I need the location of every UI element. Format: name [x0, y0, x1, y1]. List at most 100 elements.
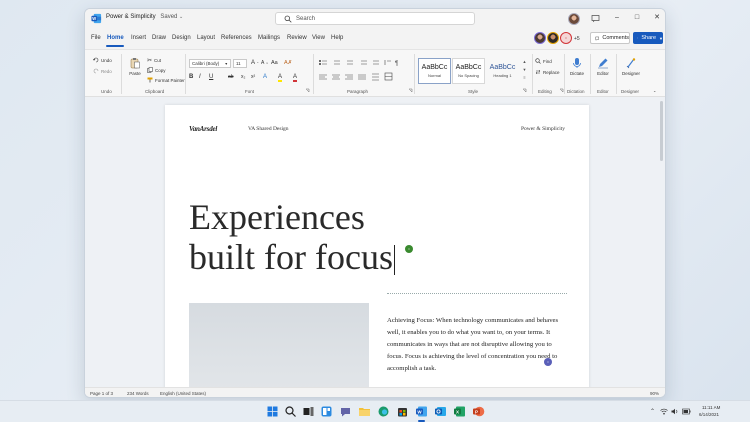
maximize-button[interactable]: □: [631, 14, 643, 21]
find-label: Find: [543, 58, 552, 64]
dialog-launcher-icon[interactable]: [408, 88, 413, 93]
header-text: VA Shared Design: [248, 126, 289, 132]
tab-insert[interactable]: Insert: [131, 35, 146, 41]
page-count[interactable]: Page 1 of 3: [90, 391, 113, 396]
word-logo-icon[interactable]: W: [91, 13, 102, 24]
comments-button[interactable]: Comments: [590, 32, 630, 44]
undo-icon: [93, 57, 99, 63]
tab-references[interactable]: References: [221, 35, 252, 41]
clock-date[interactable]: 6/14/2021: [699, 412, 719, 417]
dialog-launcher-icon[interactable]: [305, 88, 310, 93]
article-body[interactable]: Achieving Focus: When technology communi…: [387, 315, 567, 375]
wifi-icon[interactable]: [660, 408, 668, 415]
find-button[interactable]: Find: [535, 58, 552, 64]
superscript-button[interactable]: x²: [251, 74, 255, 80]
battery-icon[interactable]: [682, 408, 691, 415]
outlook-icon[interactable]: [434, 405, 447, 418]
cut-button[interactable]: ✂ Cut: [147, 57, 161, 64]
task-view-icon[interactable]: [302, 405, 315, 418]
highlight-button[interactable]: A: [278, 74, 283, 82]
subscript-button[interactable]: x₂: [241, 74, 245, 80]
vertical-scrollbar[interactable]: [660, 101, 663, 161]
article-photo[interactable]: [189, 303, 369, 387]
style-heading-1[interactable]: AaBbCc Heading 1: [486, 58, 519, 84]
italic-button[interactable]: I: [199, 74, 201, 80]
paragraph-tools[interactable]: ¶: [317, 58, 407, 86]
excel-icon[interactable]: X: [453, 405, 466, 418]
collaborator-avatar[interactable]: [534, 32, 546, 44]
tray-chevron-icon[interactable]: ⌃: [650, 408, 655, 415]
redo-icon: [93, 68, 99, 74]
dialog-launcher-icon[interactable]: [522, 88, 527, 93]
tab-design[interactable]: Design: [172, 35, 191, 41]
underline-button[interactable]: U: [209, 74, 213, 80]
search-box[interactable]: Search: [275, 12, 475, 25]
close-button[interactable]: ✕: [651, 14, 663, 21]
document-title[interactable]: Power & Simplicity Saved ⌄: [106, 14, 183, 20]
text-effects-button[interactable]: A: [263, 74, 267, 80]
bold-button[interactable]: B: [189, 74, 193, 80]
tab-mailings[interactable]: Mailings: [258, 35, 280, 41]
clock-time[interactable]: 11:11 AM: [702, 405, 720, 410]
strikethrough-button[interactable]: ab: [228, 74, 234, 80]
ribbon-collapse-icon[interactable]: ⌄: [653, 88, 656, 93]
collaborators-more[interactable]: +5: [574, 36, 580, 42]
collaborator-avatar[interactable]: [547, 32, 559, 44]
collaborator-avatar[interactable]: •: [560, 32, 572, 44]
store-icon[interactable]: [396, 405, 409, 418]
tab-review[interactable]: Review: [287, 35, 307, 41]
grow-font-icon[interactable]: A ^: [251, 60, 258, 66]
user-avatar[interactable]: [568, 13, 580, 25]
undo-button[interactable]: Undo: [93, 57, 112, 63]
share-button[interactable]: Share ▼: [633, 32, 663, 44]
collaborator-cursor-flag: •: [405, 245, 413, 253]
font-color-button[interactable]: A: [293, 74, 298, 82]
word-count[interactable]: 234 Words: [127, 391, 149, 396]
teams-chat-icon[interactable]: [339, 405, 352, 418]
powerpoint-icon[interactable]: P: [472, 405, 485, 418]
font-name-dropdown[interactable]: Calibri (Body) ▼: [189, 59, 231, 68]
clear-formatting-icon[interactable]: A✗: [284, 60, 292, 66]
start-icon[interactable]: [266, 405, 279, 418]
language-indicator[interactable]: English (United States): [160, 391, 206, 396]
paste-button[interactable]: Paste: [123, 57, 147, 76]
replace-button[interactable]: Replace: [535, 69, 560, 75]
search-icon[interactable]: [284, 405, 297, 418]
svg-text:X: X: [456, 409, 459, 414]
redo-button[interactable]: Redo: [93, 68, 112, 74]
change-case-icon[interactable]: Aa: [271, 60, 278, 66]
feedback-icon[interactable]: [591, 14, 600, 23]
style-normal[interactable]: AaBbCc Normal: [418, 58, 451, 84]
tab-file[interactable]: File: [91, 35, 101, 41]
tab-layout[interactable]: Layout: [197, 35, 215, 41]
search-icon: [535, 58, 541, 64]
minimize-button[interactable]: –: [611, 14, 623, 21]
tab-draw[interactable]: Draw: [152, 35, 166, 41]
headline[interactable]: Experiences built for focus: [189, 197, 395, 277]
format-painter-icon: [147, 77, 153, 83]
format-painter-button[interactable]: Format Painter: [147, 77, 185, 83]
tab-view[interactable]: View: [312, 35, 325, 41]
edge-icon[interactable]: [377, 405, 390, 418]
document-page[interactable]: VanArsdel VA Shared Design Power & Simpl…: [165, 105, 589, 387]
dictate-button[interactable]: Dictate: [565, 57, 589, 76]
ribbon-separator: [532, 54, 533, 94]
font-size-dropdown[interactable]: 11: [233, 59, 247, 68]
group-label-style: Style: [468, 89, 479, 94]
tab-home[interactable]: Home: [107, 35, 124, 41]
copy-button[interactable]: Copy: [147, 67, 166, 73]
designer-button[interactable]: Designer: [619, 57, 643, 76]
word-window: W Power & Simplicity Saved ⌄ Search – □ …: [84, 8, 666, 398]
editor-button[interactable]: Editor: [591, 57, 615, 76]
tab-help[interactable]: Help: [331, 35, 343, 41]
shrink-font-icon[interactable]: Av: [261, 60, 268, 66]
share-icon: [637, 37, 639, 39]
file-explorer-icon[interactable]: [358, 405, 371, 418]
volume-icon[interactable]: [671, 408, 679, 415]
styles-scroll[interactable]: ▲ ▼ ≡: [521, 58, 528, 84]
widgets-icon[interactable]: [320, 405, 333, 418]
word-app-icon[interactable]: W: [415, 405, 428, 418]
menu-bar: File Home Insert Draw Design Layout Refe…: [85, 29, 665, 49]
style-no-spacing[interactable]: AaBbCc No Spacing: [452, 58, 485, 84]
zoom-level[interactable]: 90%: [650, 391, 659, 396]
